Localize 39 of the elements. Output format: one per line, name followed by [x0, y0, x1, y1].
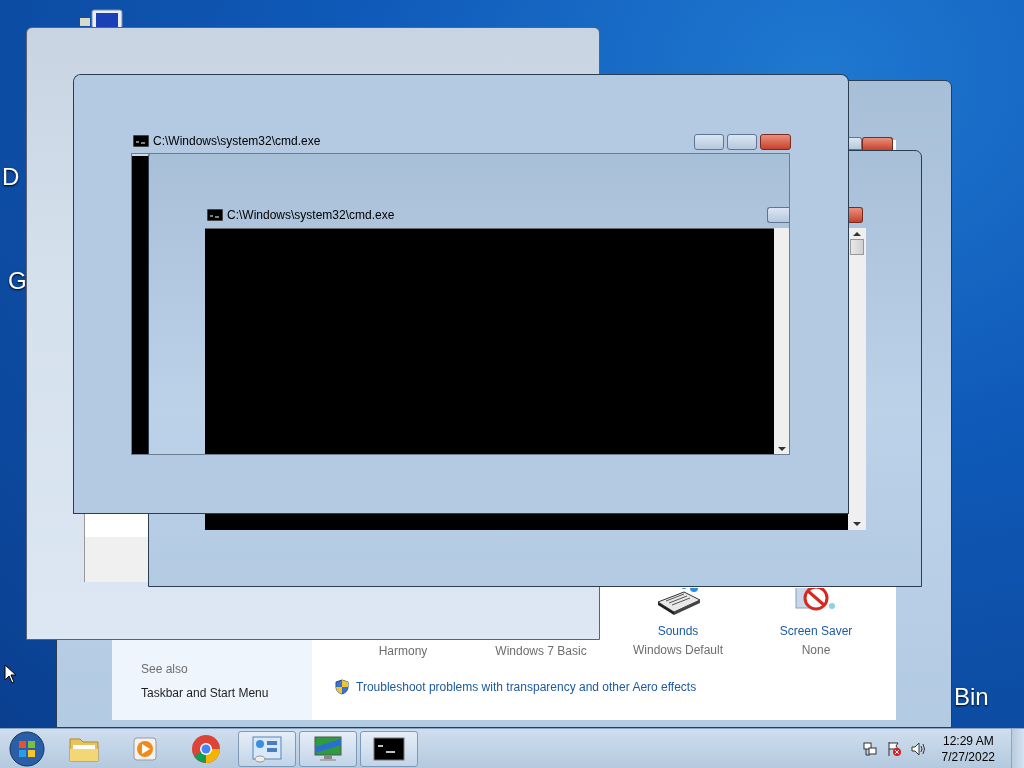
- taskbar-start-menu-link[interactable]: Taskbar and Start Menu: [141, 686, 312, 700]
- window-title: C:\Windows\system32\cmd.exe: [153, 134, 321, 148]
- clock[interactable]: 12:29 AM 7/27/2022: [941, 733, 995, 764]
- control-panel-icon: [251, 734, 283, 763]
- cursor-icon: [4, 664, 16, 684]
- window-title: C:\Windows\system32\cmd.exe: [227, 208, 395, 222]
- network-icon[interactable]: [861, 740, 878, 757]
- theme-name[interactable]: Windows 7 Basic: [495, 644, 587, 658]
- maximize-button[interactable]: [727, 134, 757, 150]
- setting-value: None: [801, 643, 831, 657]
- clock-date: 7/27/2022: [941, 749, 995, 764]
- close-button[interactable]: [760, 134, 791, 150]
- setting-link[interactable]: Sounds: [657, 624, 699, 638]
- setting-link[interactable]: Screen Saver: [779, 624, 853, 638]
- theme-name[interactable]: Harmony: [378, 644, 428, 658]
- start-button[interactable]: [9, 730, 45, 767]
- console-icon: [373, 736, 405, 761]
- play-icon: [131, 734, 159, 763]
- scroll-bar[interactable]: [774, 228, 790, 455]
- minimize-button[interactable]: [694, 134, 724, 150]
- flag-alert-icon[interactable]: [885, 740, 902, 757]
- desktop-icon-label[interactable]: Bin: [954, 683, 989, 711]
- close-button[interactable]: [849, 207, 863, 223]
- taskbar-button[interactable]: [360, 730, 418, 767]
- desktop-icon-label[interactable]: G: [8, 267, 27, 295]
- volume-icon[interactable]: [909, 740, 926, 757]
- monitor-icon: [312, 734, 344, 763]
- console-icon: [133, 135, 149, 147]
- maximize-button[interactable]: [849, 137, 862, 150]
- troubleshoot-link[interactable]: Troubleshoot problems with transparency and other Aero effects: [356, 680, 697, 694]
- see-also-heading: See also: [141, 662, 189, 676]
- desktop-icon-label[interactable]: D: [2, 163, 20, 191]
- setting-value: Windows Default: [632, 643, 723, 657]
- console-icon: [207, 209, 223, 221]
- browser-icon: [191, 733, 221, 764]
- shield-icon: [335, 679, 349, 695]
- close-button[interactable]: [862, 137, 893, 150]
- minimize-button[interactable]: [767, 207, 789, 223]
- clock-time: 12:29 AM: [942, 733, 994, 748]
